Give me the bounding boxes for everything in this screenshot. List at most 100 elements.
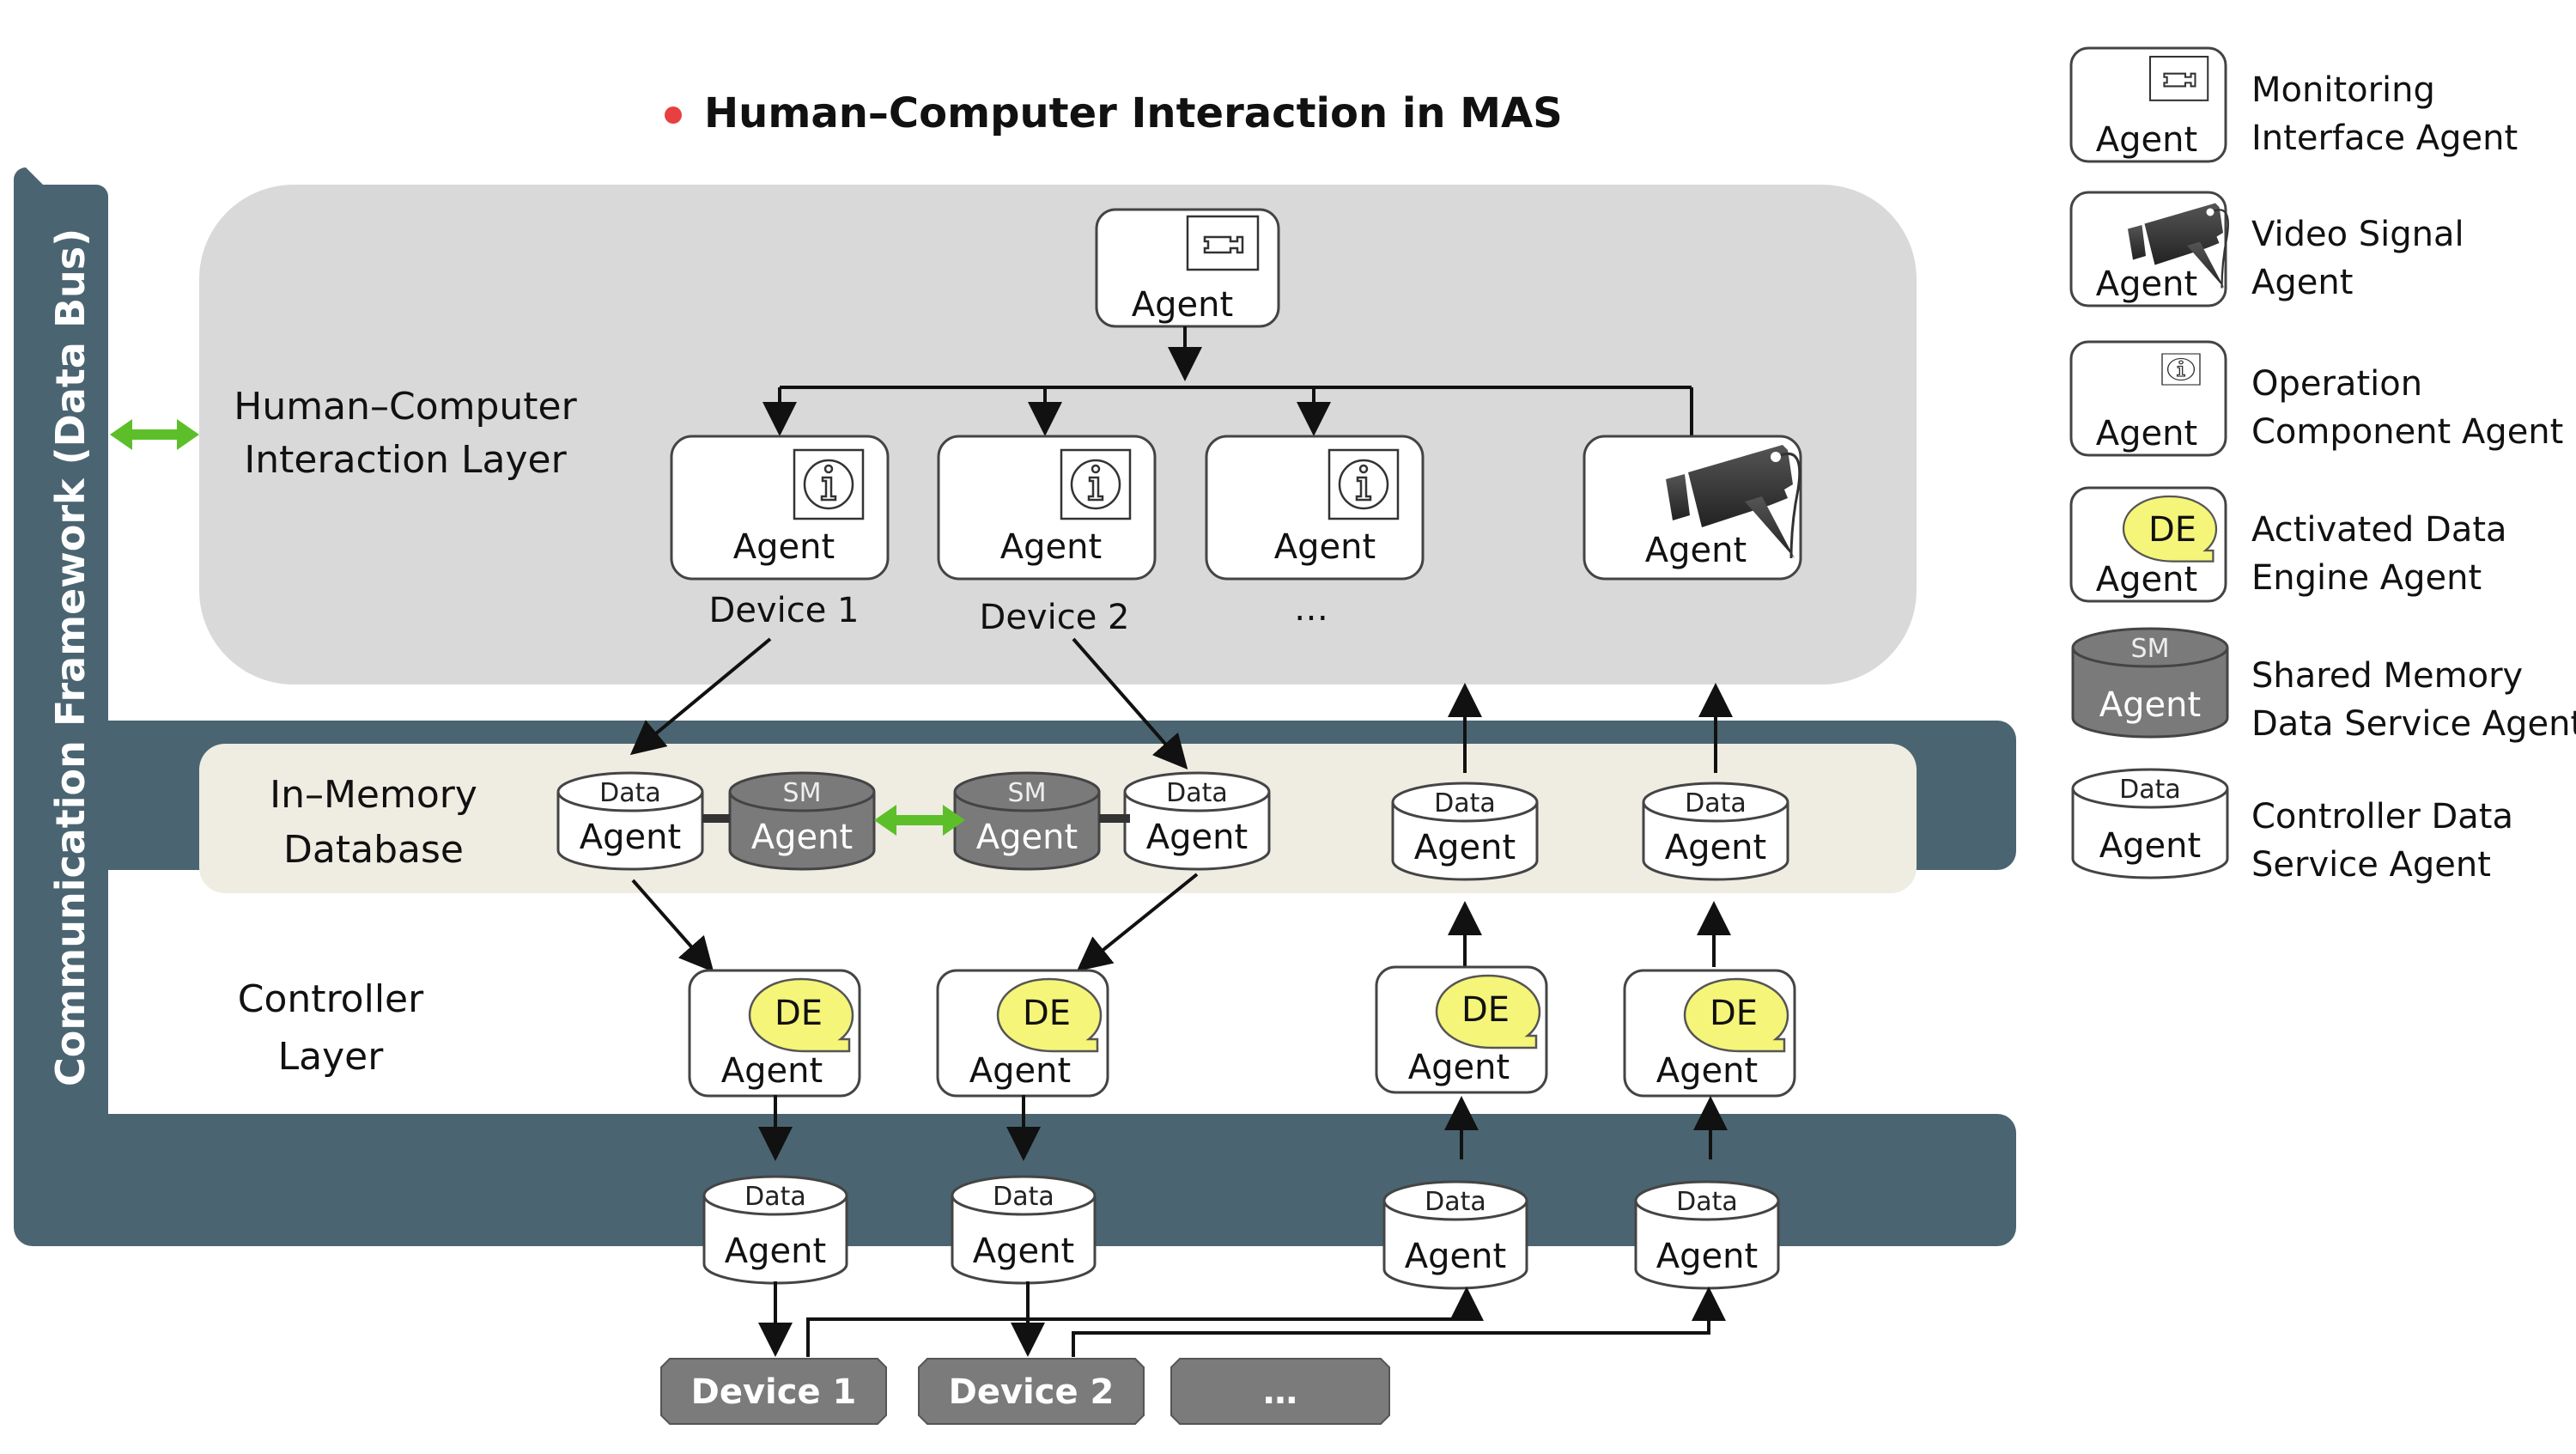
operation-component-agent-3[interactable]: Agent [1205, 435, 1425, 581]
activated-data-engine-agent-1[interactable]: DE Agent [688, 969, 861, 1098]
agent-label: Agent [721, 1051, 823, 1091]
legend-item-2: Agent Video Signal Agent [2069, 191, 2464, 307]
monitor-camera-icon [2148, 55, 2209, 101]
device-caption-more: … [1294, 589, 1328, 629]
device-label: Device 1 [691, 1372, 857, 1412]
device-3[interactable]: … [1170, 1358, 1390, 1425]
de-badge: DE [2148, 510, 2196, 550]
info-icon [1060, 448, 1132, 520]
bus-data-agent-3[interactable]: Data Agent [1382, 1180, 1528, 1290]
controller-layer-label-2: Layer [278, 1035, 385, 1079]
agent-label: Agent [2096, 120, 2197, 160]
bus-hci-bidirectional-arrow [110, 419, 199, 450]
agent-label: Agent [973, 1232, 1074, 1271]
operation-component-agent-2[interactable]: Agent [937, 435, 1157, 581]
cylinder-top-label: Data [1434, 788, 1496, 818]
agent-label: Agent [1656, 1237, 1758, 1276]
mas-architecture-diagram: Human–Computer Interaction in MAS Commun… [14, 46, 2576, 1425]
operation-component-agent-1[interactable]: Agent [670, 435, 890, 581]
legend-label-line2: Engine Agent [2251, 558, 2482, 598]
bus-data-agent-1[interactable]: Data Agent [702, 1175, 848, 1285]
legend-item-3: Agent Operation Component Agent [2069, 340, 2563, 457]
cylinder-top-label: SM [783, 778, 822, 808]
device-1[interactable]: Device 1 [660, 1358, 887, 1425]
legend-label-line2: Interface Agent [2251, 119, 2518, 158]
agent-label: Agent [1656, 1051, 1758, 1091]
agent-label: Agent [1274, 527, 1376, 567]
agent-label: Agent [1405, 1237, 1506, 1276]
legend-label-line2: Service Agent [2251, 845, 2491, 885]
imdb-data-agent-1[interactable]: Data Agent [556, 771, 704, 871]
agent-label: Agent [1645, 531, 1747, 570]
bus-data-agent-4[interactable]: Data Agent [1634, 1180, 1780, 1290]
info-icon [2161, 353, 2201, 386]
video-signal-agent[interactable]: Agent [1583, 435, 1802, 581]
monitor-camera-icon [1186, 215, 1260, 271]
agent-label: Agent [1408, 1048, 1510, 1087]
device-2[interactable]: Device 2 [918, 1358, 1145, 1425]
legend-label-line2: Component Agent [2251, 412, 2563, 452]
de-badge: DE [1023, 994, 1071, 1033]
cylinder-top-label: Data [2119, 775, 2181, 805]
hci-layer-label-1: Human–Computer [234, 385, 577, 429]
data-bus-label: Communication Framework (Data Bus) [47, 228, 94, 1086]
agent-label: Agent [580, 818, 681, 857]
cylinder-top-label: Data [1425, 1187, 1486, 1217]
legend-item-5: SM Agent Shared Memory Data Service Agent [2071, 627, 2576, 744]
legend: Agent Monitoring Interface Agent Agent Video… [2069, 46, 2576, 885]
device-arrows [758, 1281, 1726, 1357]
device-caption-2: Device 2 [980, 598, 1130, 637]
legend-item-6: Data Agent Controller Data Service Agent [2071, 768, 2513, 885]
agent-label: Agent [1000, 527, 1102, 567]
agent-label: Agent [969, 1051, 1071, 1091]
controller-agents: DE Agent DE Agent DE Agent DE Agent [688, 965, 1796, 1098]
cylinder-top-label: Data [599, 778, 661, 808]
imdb-label-2: Database [283, 828, 464, 872]
agent-label: Agent [1414, 828, 1516, 867]
data-cylinder-icon: Data Agent [2071, 768, 2229, 879]
legend-label-line2: Data Service Agent [2251, 704, 2576, 744]
agent-label: Agent [725, 1232, 826, 1271]
cylinder-top-label: Data [993, 1182, 1054, 1212]
imdb-sm-agent-3[interactable]: SM Agent [953, 771, 1101, 871]
legend-label-line1: Shared Memory [2251, 656, 2523, 696]
agent-label: Agent [2099, 685, 2201, 725]
legend-label-line1: Controller Data [2251, 797, 2513, 837]
agent-label: Agent [1146, 818, 1248, 857]
agent-label: Agent [733, 527, 835, 567]
device-label: … [1263, 1372, 1297, 1412]
imdb-sm-agent-2[interactable]: SM Agent [728, 771, 876, 871]
info-icon [793, 448, 865, 520]
imdb-data-agent-6[interactable]: Data Agent [1642, 782, 1789, 881]
agent-label: Agent [976, 818, 1078, 857]
agent-label: Agent [2099, 826, 2201, 866]
sm-cylinder-icon: SM Agent [2071, 627, 2229, 739]
agent-label: Agent [1665, 828, 1766, 867]
device-caption-1: Device 1 [709, 591, 860, 630]
imdb-label-1: In–Memory [270, 773, 477, 817]
agent-label: Agent [2096, 414, 2197, 453]
de-badge: DE [775, 994, 823, 1033]
legend-label-line1: Video Signal [2251, 215, 2464, 254]
de-badge: DE [1461, 990, 1510, 1030]
cylinder-top-label: Data [744, 1182, 806, 1212]
cylinder-top-label: SM [1008, 778, 1047, 808]
legend-item-1: Agent Monitoring Interface Agent [2069, 46, 2518, 163]
imdb-data-agent-4[interactable]: Data Agent [1123, 771, 1271, 871]
cylinder-top-label: Data [1166, 778, 1228, 808]
legend-label-line1: Operation [2251, 364, 2422, 404]
activated-data-engine-agent-4[interactable]: DE Agent [1623, 969, 1796, 1098]
monitoring-interface-agent[interactable]: Agent [1095, 208, 1280, 328]
title-bullet [665, 106, 682, 124]
agent-label: Agent [751, 818, 853, 857]
agent-label: Agent [1132, 285, 1233, 325]
agent-label: Agent [2096, 265, 2197, 304]
controller-layer-label-1: Controller [238, 977, 424, 1021]
bus-data-agent-2[interactable]: Data Agent [951, 1175, 1097, 1285]
activated-data-engine-agent-3[interactable]: DE Agent [1375, 965, 1548, 1094]
cylinder-top-label: Data [1685, 788, 1747, 818]
diagram-title: Human–Computer Interaction in MAS [704, 89, 1563, 137]
imdb-data-agent-5[interactable]: Data Agent [1391, 782, 1539, 881]
cylinder-top-label: Data [1676, 1187, 1738, 1217]
activated-data-engine-agent-2[interactable]: DE Agent [936, 969, 1109, 1098]
